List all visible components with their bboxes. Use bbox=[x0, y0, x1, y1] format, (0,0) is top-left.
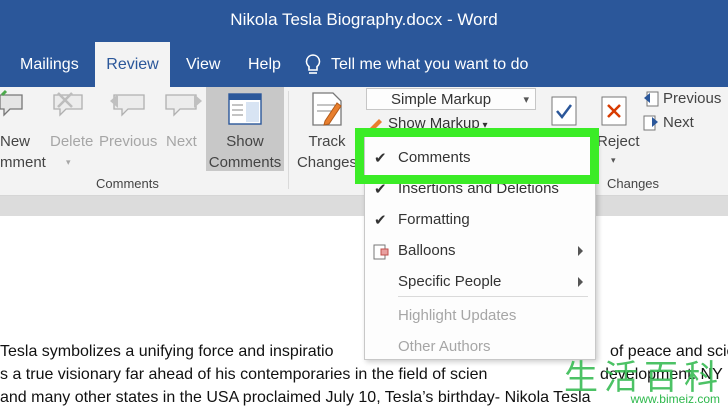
changes-group-label: Changes bbox=[607, 176, 660, 191]
track-changes-label-1: Track bbox=[308, 133, 346, 150]
new-comment-label-1: New bbox=[0, 133, 31, 150]
watermark-url: www.bimeiz.com bbox=[630, 392, 720, 406]
reject-change-icon bbox=[600, 95, 630, 132]
show-comments-label-1: Show bbox=[226, 133, 264, 150]
track-changes-icon bbox=[311, 91, 345, 132]
reject-dropdown-icon: ▾ bbox=[611, 155, 616, 165]
watermark: 生活百科 www.bimeiz.com bbox=[528, 350, 728, 410]
menu-item-specific-people[interactable]: Specific People bbox=[365, 269, 595, 297]
menu-item-label: Other Authors bbox=[398, 338, 491, 355]
balloons-icon bbox=[373, 244, 389, 264]
window-title: Nikola Tesla Biography.docx - Word bbox=[230, 10, 498, 29]
submenu-arrow-icon bbox=[578, 246, 583, 256]
delete-dropdown-icon: ▾ bbox=[66, 157, 71, 167]
menu-separator bbox=[398, 296, 588, 297]
menu-item-highlight-updates[interactable]: Highlight Updates bbox=[365, 303, 595, 331]
menu-item-label: Specific People bbox=[398, 273, 502, 290]
menu-item-label: Formatting bbox=[398, 211, 470, 228]
new-comment-icon bbox=[0, 89, 30, 124]
document-line-2: s a true visionary far ahead of his cont… bbox=[0, 366, 488, 383]
next-change-icon bbox=[643, 114, 659, 137]
previous-change-button[interactable]: Previous bbox=[663, 88, 721, 109]
delete-comment-icon bbox=[52, 89, 88, 124]
new-comment-button[interactable]: New mment bbox=[0, 131, 48, 173]
tab-review[interactable]: Review bbox=[95, 42, 170, 87]
next-comment-button[interactable]: Next bbox=[166, 131, 197, 152]
document-line-1: Tesla symbolizes a unifying force and in… bbox=[0, 343, 334, 360]
show-comments-icon bbox=[228, 93, 262, 131]
previous-comment-icon bbox=[108, 89, 148, 124]
show-comments-button[interactable]: Show Comments bbox=[206, 87, 284, 171]
menu-item-label: Balloons bbox=[398, 242, 456, 259]
markup-combo-value: Simple Markup bbox=[391, 91, 492, 108]
ribbon-tabs: Mailings Review View Help Tell me what y… bbox=[0, 42, 728, 87]
lightbulb-icon bbox=[304, 53, 322, 82]
new-comment-label-2: mment bbox=[0, 154, 46, 171]
comments-group-label: Comments bbox=[96, 176, 159, 191]
menu-item-formatting[interactable]: ✔ Formatting bbox=[365, 207, 595, 235]
document-line-3: and many other states in the USA proclai… bbox=[0, 389, 591, 406]
highlight-box bbox=[355, 128, 599, 184]
checkmark-icon: ✔ bbox=[374, 212, 387, 229]
track-changes-button[interactable]: Track Changes bbox=[290, 131, 364, 173]
markup-combo[interactable]: Simple Markup ▾ bbox=[366, 88, 536, 110]
combo-chevron-down-icon: ▾ bbox=[523, 94, 529, 106]
previous-comment-button[interactable]: Previous bbox=[99, 131, 157, 152]
previous-change-icon bbox=[643, 90, 659, 113]
reject-button[interactable]: Reject bbox=[597, 131, 640, 152]
next-comment-icon bbox=[164, 89, 204, 124]
next-change-button[interactable]: Next bbox=[663, 112, 694, 133]
tell-me-search[interactable]: Tell me what you want to do bbox=[331, 42, 528, 87]
show-comments-label-2: Comments bbox=[208, 154, 282, 171]
tab-view[interactable]: View bbox=[186, 42, 220, 87]
group-separator bbox=[288, 91, 289, 189]
title-bar: Nikola Tesla Biography.docx - Word bbox=[0, 0, 728, 42]
track-changes-label-2: Changes bbox=[296, 154, 358, 171]
tab-mailings[interactable]: Mailings bbox=[20, 42, 79, 87]
tab-help[interactable]: Help bbox=[248, 42, 281, 87]
delete-comment-button[interactable]: Delete bbox=[50, 131, 93, 152]
menu-item-label: Highlight Updates bbox=[398, 307, 517, 324]
menu-item-balloons[interactable]: Balloons bbox=[365, 238, 595, 266]
accept-change-icon bbox=[550, 95, 580, 132]
submenu-arrow-icon bbox=[578, 277, 583, 287]
